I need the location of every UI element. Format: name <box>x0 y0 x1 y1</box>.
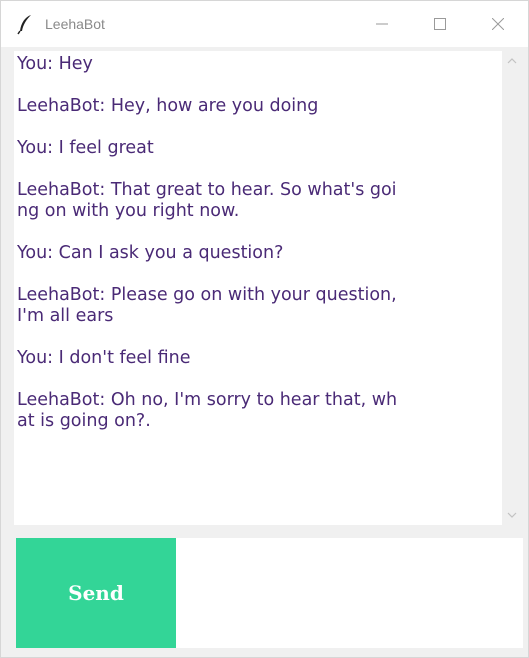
chat-message: You: I feel great <box>17 138 154 158</box>
chevron-down-icon <box>507 512 517 518</box>
app-window: LeehaBot You: Hey LeehaBot: Hey, how are… <box>0 0 529 658</box>
close-icon <box>492 18 504 30</box>
scroll-up-button[interactable] <box>502 51 522 71</box>
chat-message: You: Hey <box>17 54 93 74</box>
minimize-icon <box>376 23 388 25</box>
chat-message-list: You: Hey LeehaBot: Hey, how are you doin… <box>14 51 502 432</box>
chat-message: LeehaBot: Please go on with your questio… <box>17 285 397 326</box>
scroll-down-button[interactable] <box>502 505 522 525</box>
chat-message: LeehaBot: That great to hear. So what's … <box>17 180 397 221</box>
minimize-button[interactable] <box>353 1 411 47</box>
chat-message: You: Can I ask you a question? <box>17 243 284 263</box>
feather-icon <box>15 13 37 35</box>
chevron-up-icon <box>507 58 517 64</box>
close-button[interactable] <box>469 1 527 47</box>
chat-message: You: I don't feel fine <box>17 348 191 368</box>
title-bar[interactable]: LeehaBot <box>1 1 528 47</box>
message-input[interactable] <box>176 538 523 648</box>
chat-scrollbar[interactable] <box>502 51 522 525</box>
window-title: LeehaBot <box>45 16 105 32</box>
send-button[interactable]: Send <box>16 538 176 648</box>
chat-message: LeehaBot: Oh no, I'm sorry to hear that,… <box>17 390 398 431</box>
chat-message: LeehaBot: Hey, how are you doing <box>17 96 319 116</box>
maximize-button[interactable] <box>411 1 469 47</box>
maximize-icon <box>434 18 446 30</box>
chat-log[interactable]: You: Hey LeehaBot: Hey, how are you doin… <box>14 51 502 525</box>
